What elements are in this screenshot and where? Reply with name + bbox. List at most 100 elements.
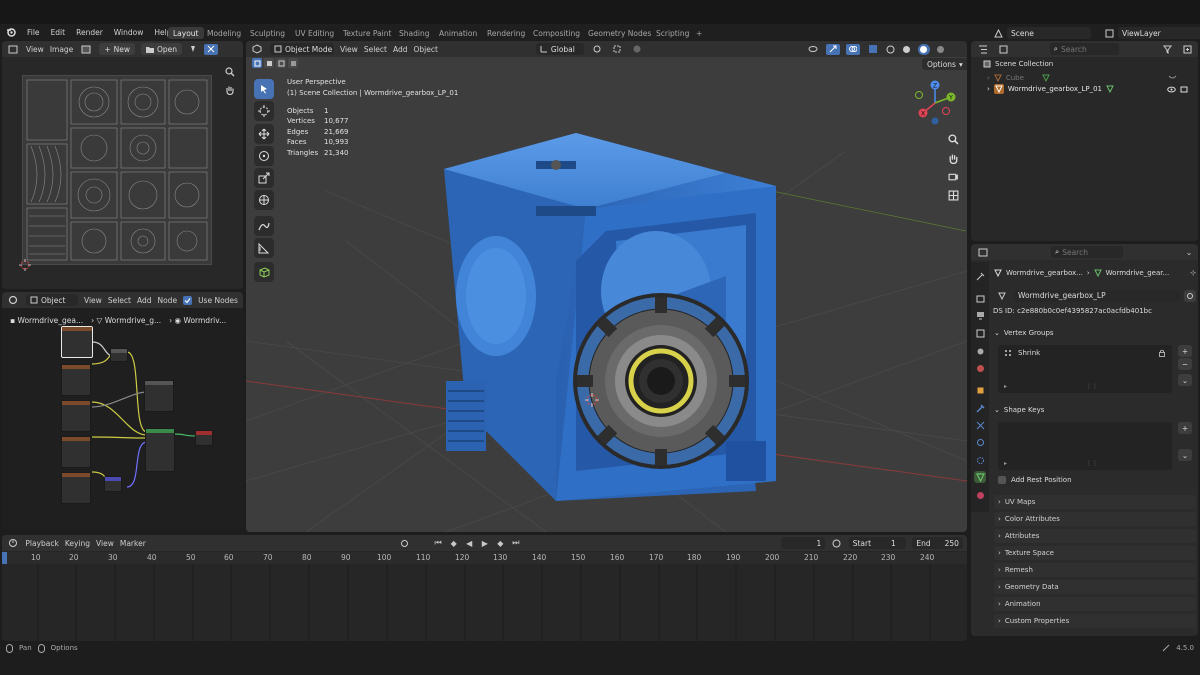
- vertex-groups-section-header[interactable]: ⌄ Vertex Groups: [994, 326, 1196, 339]
- section-remesh[interactable]: › Remesh: [994, 563, 1196, 577]
- filter-icon[interactable]: [1161, 45, 1174, 54]
- image-image-menu[interactable]: Image: [50, 45, 74, 54]
- modifier-tab-icon[interactable]: [974, 402, 986, 414]
- outliner-search[interactable]: ⌕ Search: [1049, 43, 1120, 55]
- node-image-texture[interactable]: [61, 400, 91, 432]
- 2d-cursor-icon[interactable]: [18, 258, 32, 272]
- uv-layout-canvas[interactable]: [22, 75, 212, 265]
- select-intersect-icon[interactable]: [288, 58, 298, 68]
- remove-vertex-group-button[interactable]: −: [1178, 358, 1192, 370]
- node-image-texture[interactable]: [61, 472, 91, 504]
- select-box-mode-icon[interactable]: [252, 58, 262, 68]
- select-subtract-icon[interactable]: [276, 58, 286, 68]
- proportional-edit-icon[interactable]: [630, 44, 644, 54]
- menu-edit[interactable]: Edit: [51, 28, 66, 37]
- menu-render[interactable]: Render: [76, 28, 103, 37]
- perspective-toggle-icon[interactable]: [946, 188, 960, 202]
- tab-sculpting[interactable]: Sculpting: [245, 27, 290, 39]
- tab-rendering[interactable]: Rendering: [482, 27, 530, 39]
- shading-material-icon[interactable]: [917, 43, 930, 55]
- transform-tool-button[interactable]: [254, 190, 274, 210]
- section-texture-space[interactable]: › Texture Space: [994, 546, 1196, 560]
- pin-icon[interactable]: [188, 45, 198, 53]
- world-tab-icon[interactable]: [974, 362, 986, 374]
- current-frame-field[interactable]: 1: [780, 537, 826, 549]
- fake-user-icon[interactable]: [1184, 289, 1196, 302]
- transform-orientation-select[interactable]: Global: [535, 43, 584, 55]
- add-vertex-group-button[interactable]: +: [1178, 345, 1192, 357]
- annotate-tool-button[interactable]: [254, 216, 274, 236]
- open-image-button[interactable]: Open: [140, 43, 183, 55]
- viewport-panel[interactable]: Object Mode View Select Add Object Globa…: [246, 41, 967, 532]
- crumb-mesh[interactable]: Wormdrive_gear...: [1106, 269, 1170, 277]
- viewlayer-field[interactable]: ViewLayer: [1118, 27, 1200, 39]
- shape-keys-section-header[interactable]: ⌄ Shape Keys: [994, 403, 1196, 416]
- viewport-options-button[interactable]: Options ▾: [922, 58, 967, 70]
- menu-window[interactable]: Window: [114, 28, 144, 37]
- outliner-scene-collection[interactable]: Scene Collection: [983, 60, 1053, 68]
- tab-uv-editing[interactable]: UV Editing: [290, 27, 339, 39]
- mesh-name-field[interactable]: Wormdrive_gearbox_LP: [1014, 289, 1180, 302]
- list-grip-icon[interactable]: ⋮⋮: [1086, 383, 1098, 390]
- display-mode-icon[interactable]: [996, 45, 1009, 54]
- node-principled-bsdf[interactable]: [145, 428, 175, 472]
- image-view-menu[interactable]: View: [26, 45, 44, 54]
- scale-tool-button[interactable]: [254, 168, 274, 188]
- outliner-item-cube[interactable]: › Cube: [987, 72, 1193, 83]
- vertex-groups-list[interactable]: Shrink ▸ ⋮⋮: [998, 345, 1172, 393]
- new-image-button[interactable]: + New: [99, 43, 135, 55]
- outliner-item-gearbox[interactable]: › Wormdrive_gearbox_LP_01: [987, 83, 1193, 95]
- add-workspace-button[interactable]: +: [691, 27, 707, 39]
- viewport-pan-icon[interactable]: [946, 151, 960, 165]
- chevron-down-icon[interactable]: ⌄: [1184, 248, 1194, 257]
- vertex-group-item[interactable]: Shrink: [1004, 349, 1166, 357]
- shading-wireframe-icon[interactable]: [886, 45, 896, 54]
- properties-type-icon[interactable]: [975, 248, 991, 257]
- overlays-icon[interactable]: [845, 43, 860, 55]
- tool-tab-icon[interactable]: [974, 270, 986, 282]
- physics-tab-icon[interactable]: [974, 436, 986, 448]
- xray-icon[interactable]: [866, 44, 880, 54]
- keying-menu[interactable]: Keying: [65, 539, 90, 548]
- viewport-select-menu[interactable]: Select: [364, 45, 387, 54]
- blender-logo-icon[interactable]: [6, 27, 16, 37]
- visibility-icon[interactable]: [806, 45, 820, 53]
- add-shape-key-button[interactable]: +: [1178, 422, 1192, 434]
- measure-tool-button[interactable]: [254, 238, 274, 258]
- particles-tab-icon[interactable]: [974, 419, 986, 431]
- add-cube-tool-button[interactable]: [254, 262, 274, 282]
- node-reroute[interactable]: [110, 348, 128, 362]
- mode-select[interactable]: Object Mode: [270, 43, 334, 55]
- expand-arrow-icon[interactable]: ›: [987, 74, 990, 82]
- tab-animation[interactable]: Animation: [434, 27, 482, 39]
- viewport-view-menu[interactable]: View: [340, 45, 358, 54]
- editor-type-icon[interactable]: [6, 45, 20, 54]
- tab-scripting[interactable]: Scripting: [651, 27, 694, 39]
- section-geometry-data[interactable]: › Geometry Data: [994, 580, 1196, 594]
- start-frame-field[interactable]: Start 1: [848, 537, 907, 549]
- viewport-zoom-icon[interactable]: [946, 132, 960, 146]
- viewport-add-menu[interactable]: Add: [393, 45, 408, 54]
- next-keyframe-icon[interactable]: ◆: [496, 539, 506, 548]
- move-tool-button[interactable]: [254, 124, 274, 144]
- timeline-type-icon[interactable]: [6, 538, 19, 548]
- timeline-view-menu[interactable]: View: [96, 539, 114, 548]
- tab-geometry-nodes[interactable]: Geometry Nodes: [583, 27, 656, 39]
- playhead[interactable]: [2, 552, 7, 564]
- mesh-browse-icon[interactable]: [994, 292, 1010, 300]
- navigation-gizmo[interactable]: Z Y X: [910, 75, 960, 131]
- node-material-output[interactable]: [195, 430, 213, 446]
- tab-shading[interactable]: Shading: [394, 27, 434, 39]
- cursor-tool-button[interactable]: [254, 101, 274, 121]
- playback-menu[interactable]: Playback: [25, 539, 58, 548]
- tab-compositing[interactable]: Compositing: [528, 27, 585, 39]
- scene-tab-icon[interactable]: [974, 345, 986, 357]
- add-rest-position-checkbox[interactable]: [998, 476, 1006, 484]
- 3d-viewport-icon[interactable]: [250, 44, 264, 54]
- list-resize-arrow-icon[interactable]: ▸: [1004, 460, 1007, 467]
- list-grip-icon[interactable]: ⋮⋮: [1086, 460, 1098, 467]
- marker-menu[interactable]: Marker: [120, 539, 146, 548]
- play-icon[interactable]: ▶: [480, 539, 490, 548]
- snap-icon[interactable]: [610, 44, 624, 54]
- jump-end-icon[interactable]: ⏭: [511, 538, 521, 548]
